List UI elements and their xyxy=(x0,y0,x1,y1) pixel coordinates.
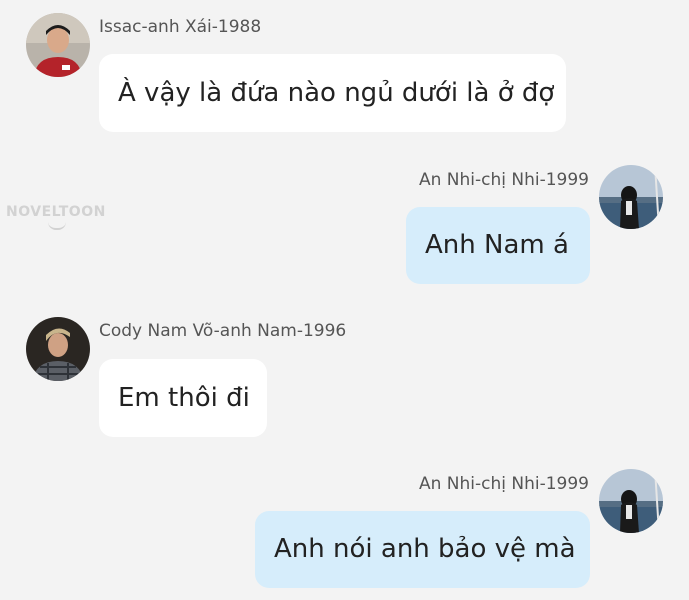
message-bubble: Anh nói anh bảo vệ mà xyxy=(255,511,590,588)
male-avatar-plaid-shirt-icon[interactable] xyxy=(26,317,90,381)
message-bubble: Anh Nam á xyxy=(406,207,590,284)
message-bubble: Em thôi đi xyxy=(99,359,267,437)
female-avatar-seaside-icon[interactable] xyxy=(599,469,663,533)
sender-name: Cody Nam Võ-anh Nam-1996 xyxy=(99,321,347,341)
sender-name: An Nhi-chị Nhi-1999 xyxy=(418,474,589,494)
male-avatar-red-shirt-icon[interactable] xyxy=(26,13,90,77)
watermark-smile-icon xyxy=(48,222,66,230)
watermark-logo: NOVELTOON xyxy=(6,204,106,220)
sender-name: An Nhi-chị Nhi-1999 xyxy=(418,170,589,190)
sender-name: Issac-anh Xái-1988 xyxy=(99,17,262,37)
female-avatar-seaside-icon[interactable] xyxy=(599,165,663,229)
message-bubble: À vậy là đứa nào ngủ dưới là ở đợ xyxy=(99,54,566,132)
